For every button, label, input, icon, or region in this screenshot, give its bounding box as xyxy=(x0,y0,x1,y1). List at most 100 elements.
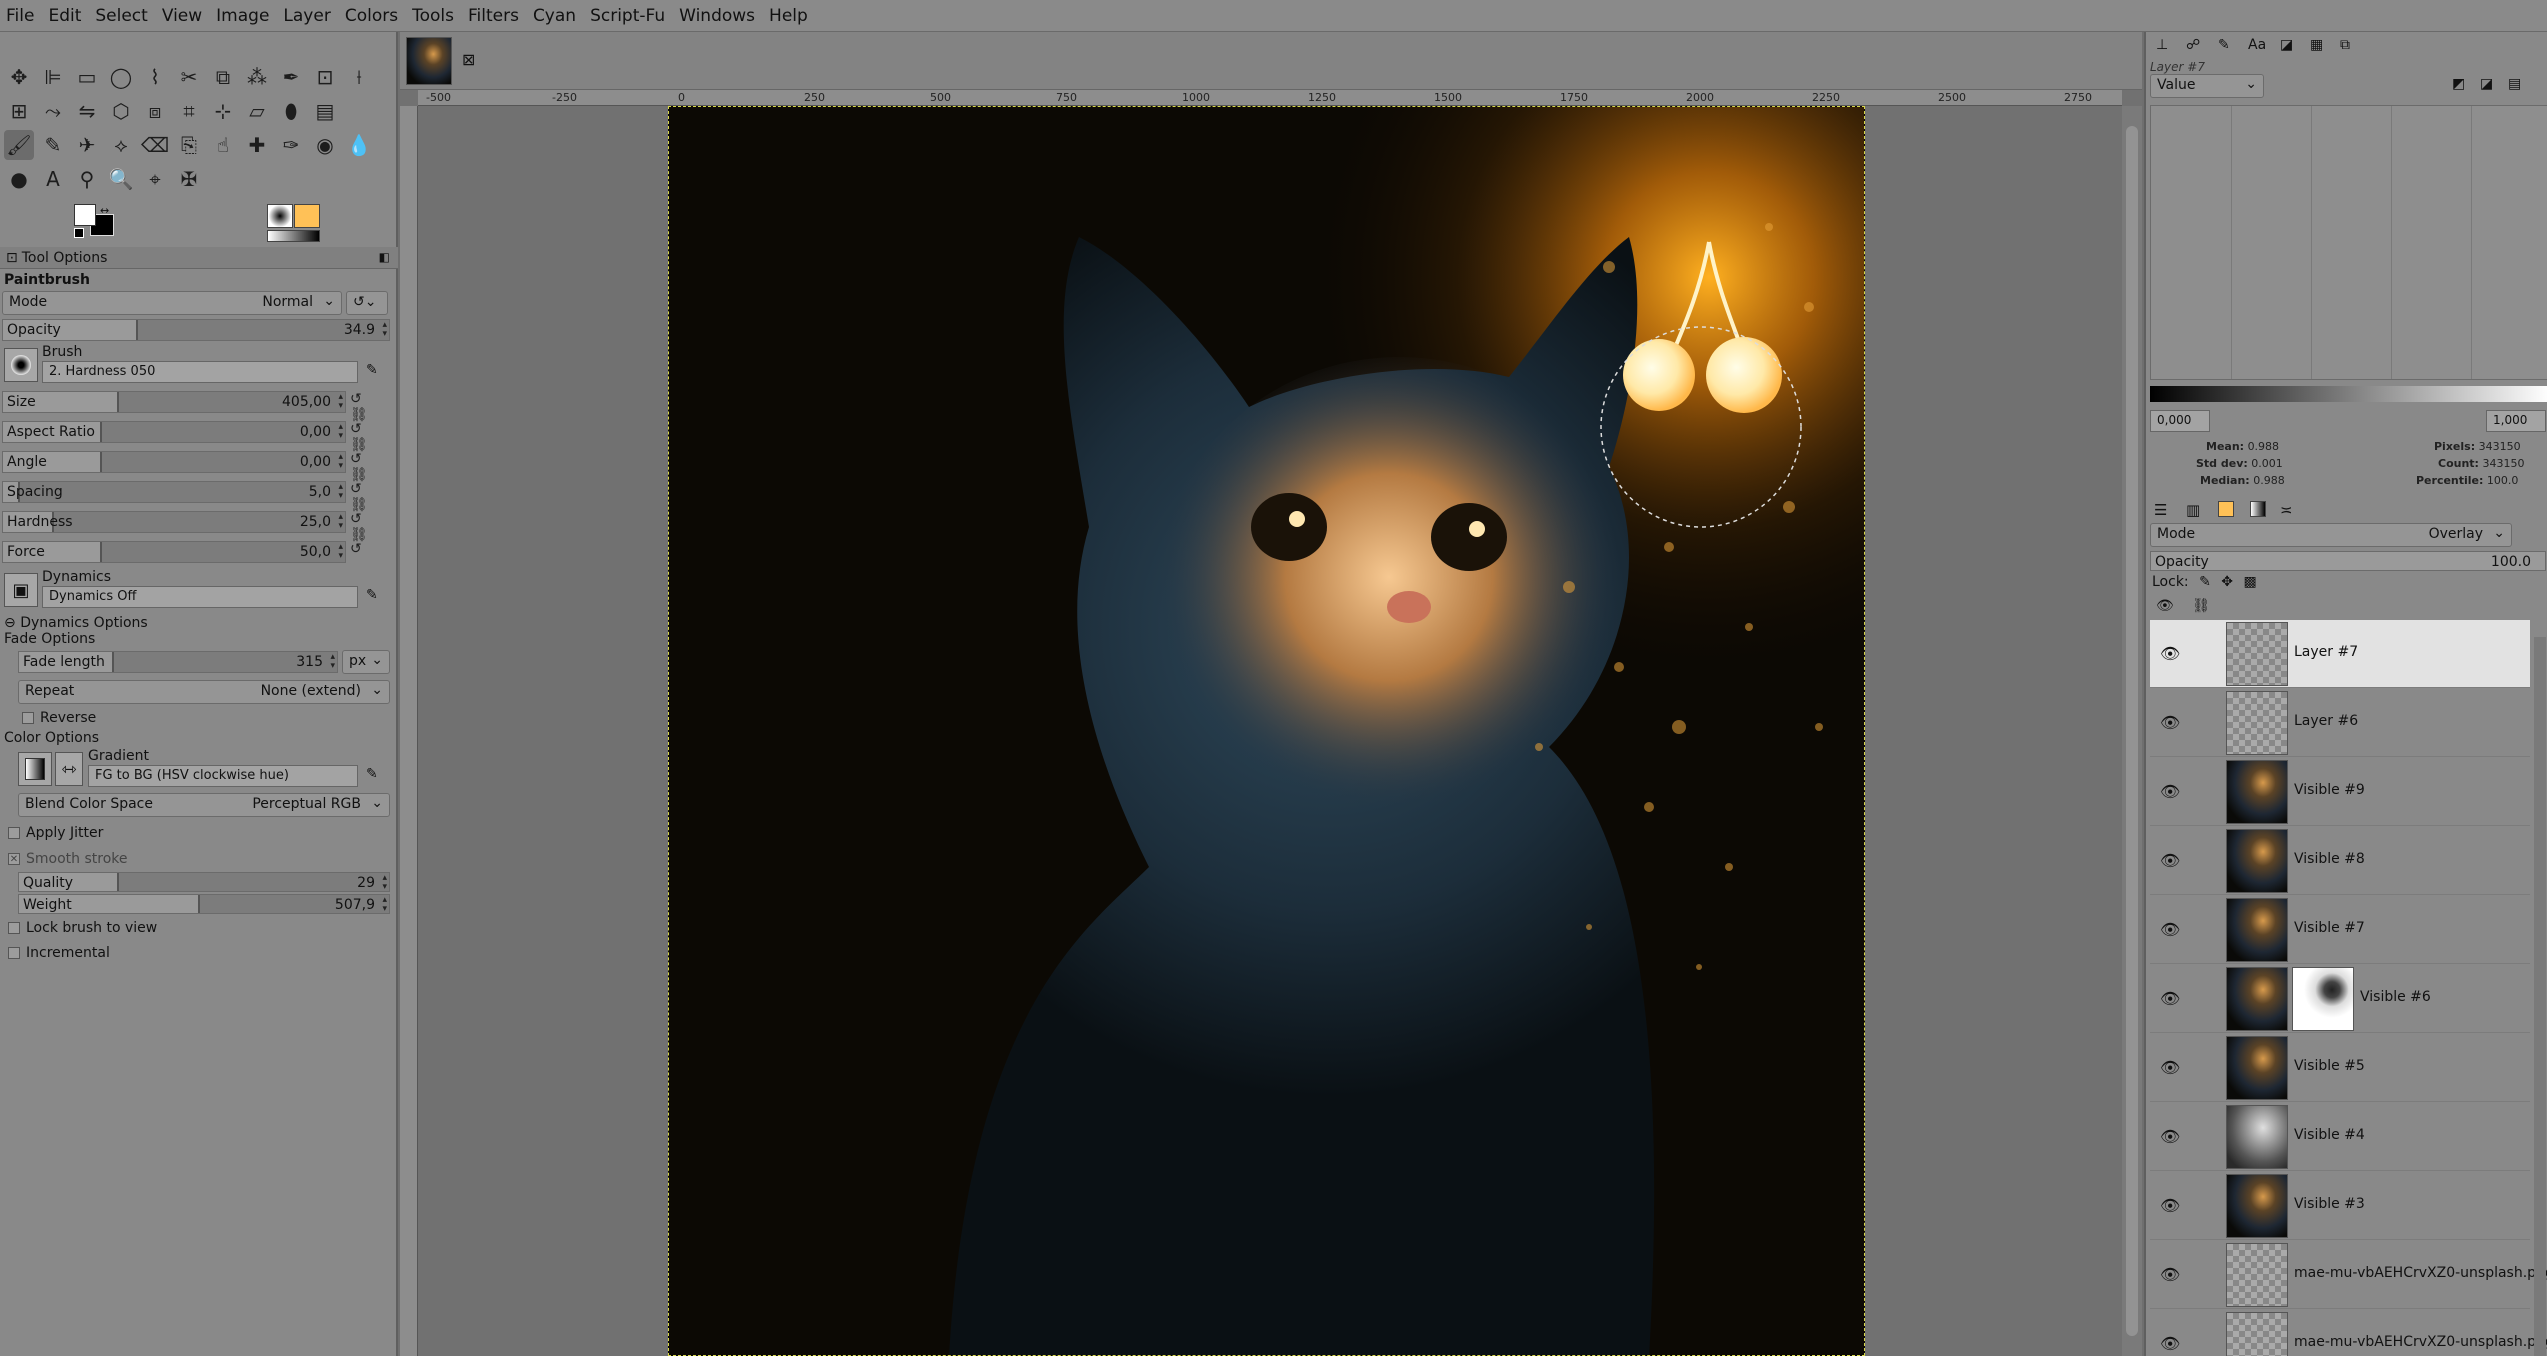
dodge-tool-icon[interactable]: 💧 xyxy=(344,130,374,160)
crop-tool-icon[interactable]: ⊡ xyxy=(310,62,340,92)
menu-edit[interactable]: Edit xyxy=(48,6,81,26)
move-tool-icon[interactable]: ✥ xyxy=(4,62,34,92)
fuzzy-select-tool-icon[interactable]: ⁂ xyxy=(242,62,272,92)
fade-unit-select[interactable]: px ⌄ xyxy=(342,650,390,674)
foreground-color-swatch[interactable] xyxy=(74,204,96,226)
spin-icon[interactable]: ▴ ▾ xyxy=(382,321,387,339)
smooth-stroke-checkbox[interactable]: ✕ Smooth stroke xyxy=(8,851,128,867)
eye-icon[interactable]: 👁 xyxy=(2160,1058,2180,1077)
eye-icon[interactable]: 👁 xyxy=(2160,1334,2180,1353)
eye-icon[interactable]: 👁 xyxy=(2160,989,2180,1008)
blur-tool-icon[interactable]: ◉ xyxy=(310,130,340,160)
layers-scrollbar[interactable] xyxy=(2534,637,2546,1356)
vertical-scrollbar[interactable] xyxy=(2122,106,2142,1356)
force-slider[interactable]: Force 50,0 ▴ ▾ xyxy=(2,541,346,563)
histogram-range-low[interactable]: 0,000 xyxy=(2150,410,2210,432)
spacing-slider[interactable]: Spacing 5,0 ▴ ▾ xyxy=(2,481,346,503)
shear-tool-icon[interactable]: ▱ xyxy=(242,96,272,126)
pattern-preview[interactable] xyxy=(294,204,320,228)
repeat-select[interactable]: Repeat None (extend) ⌄ xyxy=(18,680,390,704)
layer-row[interactable]: 👁 Visible #6 xyxy=(2150,965,2530,1033)
menu-windows[interactable]: Windows xyxy=(679,6,755,26)
airbrush-tool-icon[interactable]: ✈ xyxy=(72,130,102,160)
cage-tool-icon[interactable]: ⌗ xyxy=(174,96,204,126)
pointer-tab-icon[interactable]: ▦ xyxy=(2310,37,2323,53)
layer-row[interactable]: 👁 Visible #9 xyxy=(2150,758,2530,826)
paths-tool-icon[interactable]: ✒ xyxy=(276,62,306,92)
spin-icon[interactable]: ▴ ▾ xyxy=(382,896,387,914)
menu-filters[interactable]: Filters xyxy=(468,6,519,26)
paintbrush-tool-icon[interactable]: 🖌 xyxy=(4,130,34,160)
dynamics-picker-button[interactable]: ▣ xyxy=(4,573,38,607)
edit-gradient-icon[interactable]: ✎ xyxy=(366,766,378,782)
layer-mask-thumbnail[interactable] xyxy=(2292,967,2354,1031)
menu-help[interactable]: Help xyxy=(769,6,808,26)
histogram-channel-select[interactable]: Value ⌄ xyxy=(2150,74,2264,98)
warp-transform-tool-icon[interactable]: ⤳ xyxy=(38,96,68,126)
tool-options-tab-icon[interactable]: ⊥ xyxy=(2156,37,2168,53)
layers-tab-icon[interactable]: ☰ xyxy=(2154,501,2167,519)
aspect-ratio-slider[interactable]: Aspect Ratio 0,00 ▴ ▾ xyxy=(2,421,346,443)
brush-picker-button[interactable] xyxy=(4,348,38,382)
quality-slider[interactable]: Quality 29 ▴ ▾ xyxy=(18,872,390,892)
menu-layer[interactable]: Layer xyxy=(283,6,330,26)
layer-row[interactable]: 👁 Visible #3 xyxy=(2150,1172,2530,1240)
spin-icon[interactable]: ▴ ▾ xyxy=(338,423,343,441)
eye-icon[interactable]: 👁 xyxy=(2160,851,2180,870)
log-histogram-icon[interactable]: ◪ xyxy=(2480,76,2493,92)
lock-pixels-icon[interactable]: ✎ xyxy=(2199,574,2211,590)
dynamics-name-field[interactable]: Dynamics Off xyxy=(42,586,358,608)
swap-colors-icon[interactable]: ↔ xyxy=(100,204,109,217)
apply-jitter-checkbox[interactable]: Apply Jitter xyxy=(8,825,103,841)
layer-row[interactable]: 👁 mae-mu-vbAEHCrvXZ0-unsplash.png c xyxy=(2150,1241,2547,1309)
paths-tab-icon[interactable]: ≍ xyxy=(2280,501,2293,519)
gradient-preview[interactable] xyxy=(267,230,320,242)
blend-color-space-select[interactable]: Blend Color Space Perceptual RGB ⌄ xyxy=(18,793,390,817)
histogram-tab-icon[interactable]: ◪ xyxy=(2280,37,2293,53)
layer-row[interactable]: 👁 mae-mu-vbAEHCrvXZ0-unsplash.png c xyxy=(2150,1310,2547,1356)
gradients-tab-icon[interactable] xyxy=(2250,501,2266,517)
free-select-tool-icon[interactable]: ⌇ xyxy=(140,62,170,92)
menu-cyan[interactable]: Cyan xyxy=(533,6,576,26)
dynamics-options-expander[interactable]: ⊖ Dynamics Options xyxy=(4,615,148,631)
rect-select-tool-icon[interactable]: ▭ xyxy=(72,62,102,92)
smudge-tool-icon[interactable]: ☝ xyxy=(208,130,238,160)
handle-transform-tool-icon[interactable]: ⊹ xyxy=(208,96,238,126)
layer-row[interactable]: 👁 Visible #5 xyxy=(2150,1034,2530,1102)
spin-icon[interactable]: ▴ ▾ xyxy=(338,483,343,501)
reverse-gradient-button[interactable]: ⇿ xyxy=(55,752,83,786)
layer-mode-select[interactable]: Mode Overlay ⌄ xyxy=(2150,523,2512,547)
weight-slider[interactable]: Weight 507,9 ▴ ▾ xyxy=(18,894,390,914)
smudge2-tool-icon[interactable]: ● xyxy=(4,164,34,194)
reset-link-icons[interactable]: ↺⛓ xyxy=(350,421,390,453)
linear-histogram-icon[interactable]: ◩ xyxy=(2452,76,2465,92)
gradient-picker-button[interactable] xyxy=(18,752,52,786)
gradient-tool-icon[interactable]: ▤ xyxy=(310,96,340,126)
lock-alpha-icon[interactable]: ▩ xyxy=(2243,574,2256,590)
eraser-tool-icon[interactable]: ⌫ xyxy=(140,130,170,160)
flip-tool-icon[interactable]: ⇋ xyxy=(72,96,102,126)
image-tab-thumbnail[interactable] xyxy=(406,37,452,85)
colors-tab-icon[interactable] xyxy=(2218,501,2234,517)
mode-select[interactable]: Mode Normal ⌄ xyxy=(2,291,342,315)
gradient-name-field[interactable]: FG to BG (HSV clockwise hue) xyxy=(88,765,358,787)
reset-link-icons[interactable]: ↺⛓ xyxy=(350,391,390,423)
spin-icon[interactable]: ▴ ▾ xyxy=(338,393,343,411)
histogram-range-high[interactable]: 1,000 xyxy=(2486,410,2546,432)
align-tool-icon[interactable]: ⊫ xyxy=(38,62,68,92)
close-tab-icon[interactable]: ⊠ xyxy=(462,50,475,69)
foreground-select-tool-icon[interactable]: ⧉ xyxy=(208,62,238,92)
crosshair-tool-icon[interactable]: ✠ xyxy=(174,164,204,194)
3d-transform-tool-icon[interactable]: ⬡ xyxy=(106,96,136,126)
eye-icon[interactable]: 👁 xyxy=(2160,1265,2180,1284)
menu-tools[interactable]: Tools xyxy=(412,6,454,26)
menu-file[interactable]: File xyxy=(6,6,34,26)
hardness-slider[interactable]: Hardness 25,0 ▴ ▾ xyxy=(2,511,346,533)
layer-row[interactable]: 👁 Layer #7 xyxy=(2150,620,2530,688)
layer-row[interactable]: 👁 Layer #6 xyxy=(2150,689,2530,757)
vertical-ruler[interactable] xyxy=(400,106,418,1356)
scissors-tool-icon[interactable]: ✂ xyxy=(174,62,204,92)
layer-row[interactable]: 👁 Visible #7 xyxy=(2150,896,2530,964)
lock-brush-checkbox[interactable]: Lock brush to view xyxy=(8,920,157,936)
mode-reset-button[interactable]: ↺⌄ xyxy=(346,291,388,315)
